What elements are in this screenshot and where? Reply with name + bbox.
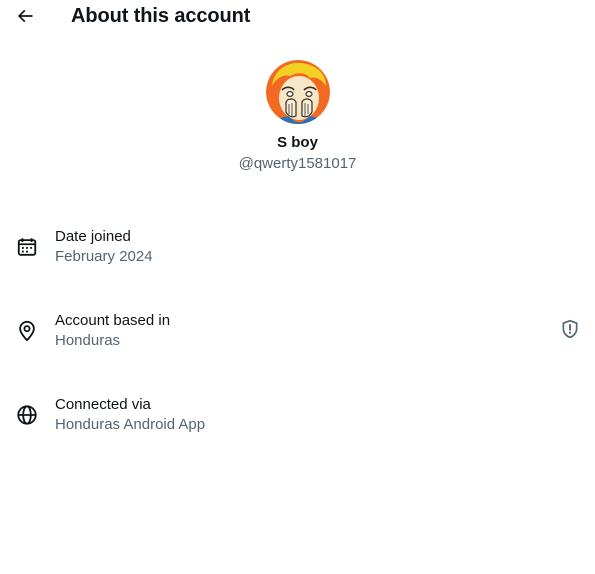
info-row-connected-via: Connected via Honduras Android App [0,395,595,439]
username-handle: @qwerty1581017 [238,155,357,172]
display-name: S boy [277,134,318,151]
location-pin-icon [16,320,38,342]
globe-icon [16,404,38,426]
account-based-in-value: Honduras [55,332,121,349]
connected-via-value: Honduras Android App [55,416,206,433]
info-text: Account based in Honduras [55,311,170,351]
info-row-date-joined: Date joined February 2024 [0,227,595,271]
profile-summary: S boy @qwerty1581017 [0,60,595,174]
page-title: About this account [71,5,251,27]
date-joined-value: February 2024 [55,248,153,265]
shield-alert-icon[interactable] [560,319,582,341]
calendar-icon [16,236,38,258]
about-account-page: About this account S boy @qwerty1581017 [0,0,595,574]
avatar[interactable] [265,60,330,124]
connected-via-label: Connected via [55,396,151,413]
info-text: Connected via Honduras Android App [55,395,205,435]
arrow-left-icon [15,6,35,26]
header: About this account [0,0,595,34]
date-joined-label: Date joined [55,228,131,245]
account-based-in-label: Account based in [55,312,171,329]
back-button[interactable] [11,2,39,30]
info-text: Date joined February 2024 [55,227,153,267]
info-row-account-based-in: Account based in Honduras [0,311,595,355]
